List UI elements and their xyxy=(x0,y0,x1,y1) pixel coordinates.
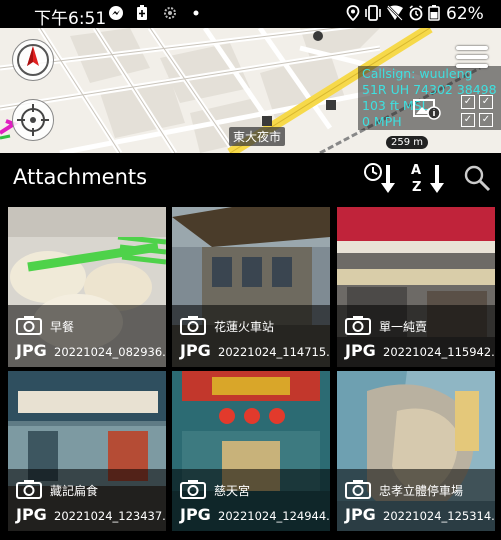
compass-button[interactable] xyxy=(12,39,54,81)
attachment-tile[interactable]: 忠孝立體停車場 JPG 20221024_125314... xyxy=(337,371,495,531)
compass-icon xyxy=(17,44,49,76)
attachment-tile[interactable]: 花蓮火車站 JPG 20221024_114715... xyxy=(172,207,330,367)
attachment-tile[interactable]: 慈天宮 JPG 20221024_124944... xyxy=(172,371,330,531)
tile-filename: 20221024_123437... xyxy=(54,509,166,523)
battery-icon xyxy=(428,5,440,21)
hamburger-icon-bar xyxy=(456,64,488,68)
tile-overlay: 慈天宮 JPG 20221024_124944... xyxy=(172,469,330,531)
svg-text:Z: Z xyxy=(412,180,421,195)
tile-filename: 20221024_125314... xyxy=(383,509,495,523)
attachments-header: Attachments A Z xyxy=(0,153,501,203)
tile-filename: 20221024_115942... xyxy=(383,345,495,359)
tile-caption: 花蓮火車站 xyxy=(214,320,275,334)
status-time: 下午6:51 xyxy=(34,9,107,29)
search-button[interactable] xyxy=(463,164,491,196)
camera-icon xyxy=(345,480,371,499)
attachments-grid: 早餐 JPG 20221024_082936... 花蓮火車站 JPG 2022… xyxy=(0,203,501,540)
settings-icon xyxy=(162,5,178,21)
attachments-title: Attachments xyxy=(13,165,148,189)
tile-filename: 20221024_082936... xyxy=(54,345,166,359)
tile-file-type: JPG xyxy=(345,505,376,524)
map-toggles: ✓ ✓ ✓ ✓ xyxy=(461,95,493,127)
tile-filename: 20221024_124944... xyxy=(218,509,330,523)
tile-caption: 藏記扁食 xyxy=(50,484,99,498)
camera-icon xyxy=(180,480,206,499)
tile-overlay: 早餐 JPG 20221024_082936... xyxy=(8,305,166,367)
dot-icon xyxy=(193,5,199,21)
map-view[interactable]: Callsign: wuuleng 51R UH 74302 38498 103… xyxy=(0,28,501,153)
messenger-icon xyxy=(108,5,124,21)
attachment-tile[interactable]: 早餐 JPG 20221024_082936... xyxy=(8,207,166,367)
tile-caption: 慈天宮 xyxy=(214,484,251,498)
camera-icon xyxy=(16,480,42,499)
attachment-tile[interactable]: 單一純賣 JPG 20221024_115942... xyxy=(337,207,495,367)
sort-alpha-button[interactable]: A Z xyxy=(410,161,450,199)
toggle-checkbox[interactable]: ✓ xyxy=(461,113,475,127)
attachment-tile[interactable]: 藏記扁食 JPG 20221024_123437... xyxy=(8,371,166,531)
hamburger-icon-bar xyxy=(456,55,488,59)
tile-overlay: 單一純賣 JPG 20221024_115942... xyxy=(337,305,495,367)
charge-icon xyxy=(136,5,148,21)
map-scale: 259 m xyxy=(386,136,429,149)
tile-caption: 忠孝立體停車場 xyxy=(379,484,464,498)
image-info-icon[interactable] xyxy=(413,98,441,120)
search-icon xyxy=(464,165,491,192)
wifi-off-icon xyxy=(386,5,404,21)
toggle-checkbox[interactable]: ✓ xyxy=(479,113,493,127)
location-icon xyxy=(346,5,360,21)
tile-overlay: 藏記扁食 JPG 20221024_123437... xyxy=(8,469,166,531)
tile-file-type: JPG xyxy=(16,341,47,360)
tile-file-type: JPG xyxy=(16,505,47,524)
camera-icon xyxy=(345,316,371,335)
toggle-checkbox[interactable]: ✓ xyxy=(461,95,475,109)
tile-file-type: JPG xyxy=(180,505,211,524)
svg-text:A: A xyxy=(411,163,421,178)
map-place-label: 東大夜市 xyxy=(229,127,286,146)
alarm-icon xyxy=(408,5,424,21)
tile-overlay: 忠孝立體停車場 JPG 20221024_125314... xyxy=(337,469,495,531)
toggle-checkbox[interactable]: ✓ xyxy=(479,95,493,109)
battery-percent: 62% xyxy=(446,4,484,24)
sort-by-time-button[interactable] xyxy=(362,161,402,199)
tile-file-type: JPG xyxy=(345,341,376,360)
hamburger-icon-bar xyxy=(456,46,488,50)
crosshair-icon xyxy=(17,104,49,136)
tile-file-type: JPG xyxy=(180,341,211,360)
tile-overlay: 花蓮火車站 JPG 20221024_114715... xyxy=(172,305,330,367)
clock-sort-icon xyxy=(364,163,395,193)
camera-icon xyxy=(16,316,42,335)
alpha-sort-icon: A Z xyxy=(411,163,444,195)
vibrate-icon xyxy=(364,5,382,21)
tile-filename: 20221024_114715... xyxy=(218,345,330,359)
camera-icon xyxy=(180,316,206,335)
status-bar: 下午6:51 62% xyxy=(0,0,501,29)
tile-caption: 早餐 xyxy=(50,320,75,334)
menu-button[interactable] xyxy=(456,46,488,70)
tile-caption: 單一純賣 xyxy=(379,320,428,334)
my-location-button[interactable] xyxy=(12,99,54,141)
